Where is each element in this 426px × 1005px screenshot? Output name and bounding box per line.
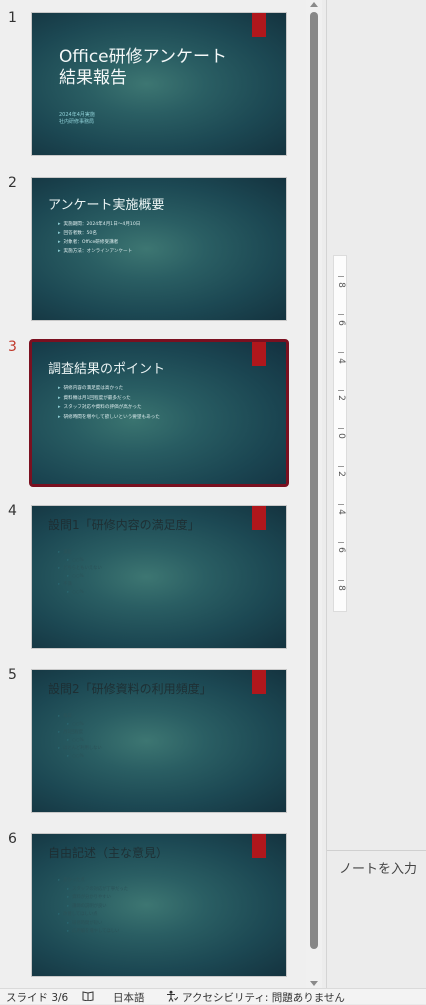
- slide-subtitle-line-1: 2024年4月実施: [59, 112, 95, 118]
- slide-subtitle-line-2: 社内研修事務局: [59, 119, 95, 125]
- book-icon[interactable]: [82, 991, 94, 1001]
- ruler-label: 8: [336, 282, 346, 288]
- ruler-tick: [338, 428, 344, 429]
- slide-title: 設問2「研修資料の利用頻度」: [48, 682, 212, 696]
- ruler-label: 8: [336, 585, 346, 591]
- vertical-ruler: 8 6 4 2 0 2 4 6 8: [333, 255, 347, 612]
- ruler-label: 2: [336, 395, 346, 401]
- slide-title: 調査結果のポイント: [48, 362, 166, 377]
- slide-thumbnail-2[interactable]: 2 アンケート実施概要 実施期間：2024年4月1日～4月10日 回答者数：50…: [0, 175, 306, 327]
- bullet-item: ○○%: [58, 573, 102, 581]
- accessibility-status[interactable]: アクセシビリティ: 問題ありません: [182, 990, 345, 1005]
- slide-ribbon-decoration: [252, 506, 266, 530]
- pane-splitter[interactable]: [326, 0, 327, 988]
- slide-title: 設問1「研修内容の満足度」: [48, 518, 200, 532]
- ruler-tick: [338, 466, 344, 467]
- slide-title: アンケート実施概要: [48, 198, 165, 213]
- bullet-item: 改善してほしい点: [58, 911, 128, 920]
- bullet-item: どちらともいえない: [58, 565, 102, 573]
- bullet-item: 不満: [58, 581, 102, 589]
- status-bar: スライド 3/6 日本語 アクセシビリティ: 問題ありません: [0, 988, 426, 1004]
- bullet-item: ○○%: [58, 753, 102, 761]
- notes-splitter[interactable]: [327, 850, 426, 851]
- slide-title: Office研修アンケート 結果報告: [59, 47, 227, 89]
- bullet-item: 資料類は月1回程度が最多だった: [58, 394, 160, 404]
- bullet-item: 月1回程度: [58, 729, 102, 737]
- bullet-item: 研修時間が短い: [58, 920, 128, 929]
- slide-ribbon-decoration: [252, 342, 266, 366]
- slide-title: 自由記述（主な意見）: [48, 846, 169, 860]
- slide-preview[interactable]: 自由記述（主な意見） 良かった点 スタッフの対応が丁寧だった 資料が分かりやすい…: [31, 833, 287, 977]
- slide-ribbon-decoration: [252, 834, 266, 858]
- bullet-item: 回答者数：50名: [58, 229, 140, 238]
- ruler-label: 0: [336, 433, 346, 439]
- bullet-item: 毎日: [58, 713, 102, 721]
- slide-number: 3: [8, 339, 17, 355]
- ruler-tick: [338, 314, 344, 315]
- bullet-item: 研修時間を増やして欲しいという要望もあった: [58, 413, 160, 423]
- slide-bullet-list: 毎日 ○○% 月1回程度 ○○% ほとんど利用しない ○○%: [58, 713, 102, 761]
- scroll-down-arrow-icon[interactable]: [310, 981, 318, 986]
- slide-thumbnail-3[interactable]: 3 調査結果のポイント 研修内容の満足度は高かった 資料類は月1回程度が最多だっ…: [0, 339, 306, 491]
- thumbnail-scrollbar[interactable]: [306, 0, 322, 988]
- bullet-item: ○○%: [58, 589, 102, 597]
- slide-title-line-2: 結果報告: [59, 68, 127, 88]
- ruler-label: 6: [336, 320, 346, 326]
- slide-bullet-list: 実施期間：2024年4月1日～4月10日 回答者数：50名 対象者：Office…: [58, 220, 141, 256]
- slide-title-line-1: Office研修アンケート: [59, 47, 227, 67]
- bullet-item: スタッフの対応が丁寧だった: [58, 886, 128, 895]
- slide-bullet-list: 研修内容の満足度は高かった 資料類は月1回程度が最多だった スタッフ対応や資料の…: [58, 384, 160, 422]
- ruler-tick: [338, 504, 344, 505]
- slide-number: 4: [8, 503, 17, 519]
- bullet-item: 資料が分かりやすい: [58, 894, 128, 903]
- slide-subtitle: 2024年4月実施 社内研修事務局: [59, 112, 95, 126]
- ruler-label: 6: [336, 547, 346, 553]
- bullet-item: 研修内容の満足度は高かった: [58, 384, 160, 394]
- slide-thumbnail-1[interactable]: 1 Office研修アンケート 結果報告 2024年4月実施 社内研修事務局: [0, 10, 306, 162]
- ruler-label: 4: [336, 509, 346, 515]
- bullet-item: ○○%: [58, 557, 102, 565]
- ruler-tick: [338, 390, 344, 391]
- bullet-item: 実施期間：2024年4月1日～4月10日: [58, 220, 141, 229]
- accessibility-icon[interactable]: [166, 990, 178, 1002]
- language-indicator[interactable]: 日本語: [113, 990, 145, 1005]
- bullet-item: 講師の説明が良い: [58, 903, 128, 912]
- slide-number: 6: [8, 831, 17, 847]
- bullet-item: ○○%: [58, 721, 102, 729]
- slide-number: 2: [8, 175, 17, 191]
- ruler-tick: [338, 580, 344, 581]
- ruler-label: 4: [336, 358, 346, 364]
- slide-ribbon-decoration: [252, 670, 266, 694]
- slide-ribbon-decoration: [252, 13, 266, 37]
- scrollbar-thumb[interactable]: [310, 12, 318, 949]
- bullet-item: ○○%: [58, 737, 102, 745]
- ruler-label: 2: [336, 471, 346, 477]
- ruler-tick: [338, 352, 344, 353]
- slide-thumbnail-4[interactable]: 4 設問1「研修内容の満足度」 満足 ○○% どちらともいえない ○○% 不満 …: [0, 503, 306, 655]
- ruler-tick: [338, 276, 344, 277]
- bullet-item: 良かった点: [58, 877, 128, 886]
- slide-preview[interactable]: 設問2「研修資料の利用頻度」 毎日 ○○% 月1回程度 ○○% ほとんど利用しな…: [31, 669, 287, 813]
- slide-preview[interactable]: Office研修アンケート 結果報告 2024年4月実施 社内研修事務局: [31, 12, 287, 156]
- slide-preview[interactable]: アンケート実施概要 実施期間：2024年4月1日～4月10日 回答者数：50名 …: [31, 177, 287, 321]
- bullet-item: ほとんど利用しない: [58, 745, 102, 753]
- bullet-item: 満足: [58, 549, 102, 557]
- notes-input[interactable]: ノートを入力: [339, 858, 417, 877]
- bullet-item: 実施方法：オンラインアンケート: [58, 247, 140, 256]
- bullet-item: スタッフ対応や資料の評価が高かった: [58, 403, 160, 413]
- bullet-item: 対象者：Office研修受講者: [58, 238, 140, 247]
- slide-bullet-list: 良かった点 スタッフの対応が丁寧だった 資料が分かりやすい 講師の説明が良い 改…: [58, 877, 128, 937]
- slide-bullet-list: 満足 ○○% どちらともいえない ○○% 不満 ○○%: [58, 549, 102, 597]
- slide-thumbnail-5[interactable]: 5 設問2「研修資料の利用頻度」 毎日 ○○% 月1回程度 ○○% ほとんど利用…: [0, 667, 306, 819]
- slide-preview-selected[interactable]: 調査結果のポイント 研修内容の満足度は高かった 資料類は月1回程度が最多だった …: [29, 339, 289, 487]
- bullet-item: 応用編を増やしてほしい: [58, 928, 128, 937]
- slide-thumbnail-6[interactable]: 6 自由記述（主な意見） 良かった点 スタッフの対応が丁寧だった 資料が分かりや…: [0, 831, 306, 983]
- slide-number: 1: [8, 10, 17, 26]
- ruler-tick: [338, 542, 344, 543]
- scroll-up-arrow-icon[interactable]: [310, 2, 318, 7]
- slide-thumbnail-pane[interactable]: 1 Office研修アンケート 結果報告 2024年4月実施 社内研修事務局 2…: [0, 0, 306, 988]
- slide-indicator[interactable]: スライド 3/6: [6, 990, 68, 1005]
- slide-number: 5: [8, 667, 17, 683]
- slide-preview[interactable]: 設問1「研修内容の満足度」 満足 ○○% どちらともいえない ○○% 不満 ○○…: [31, 505, 287, 649]
